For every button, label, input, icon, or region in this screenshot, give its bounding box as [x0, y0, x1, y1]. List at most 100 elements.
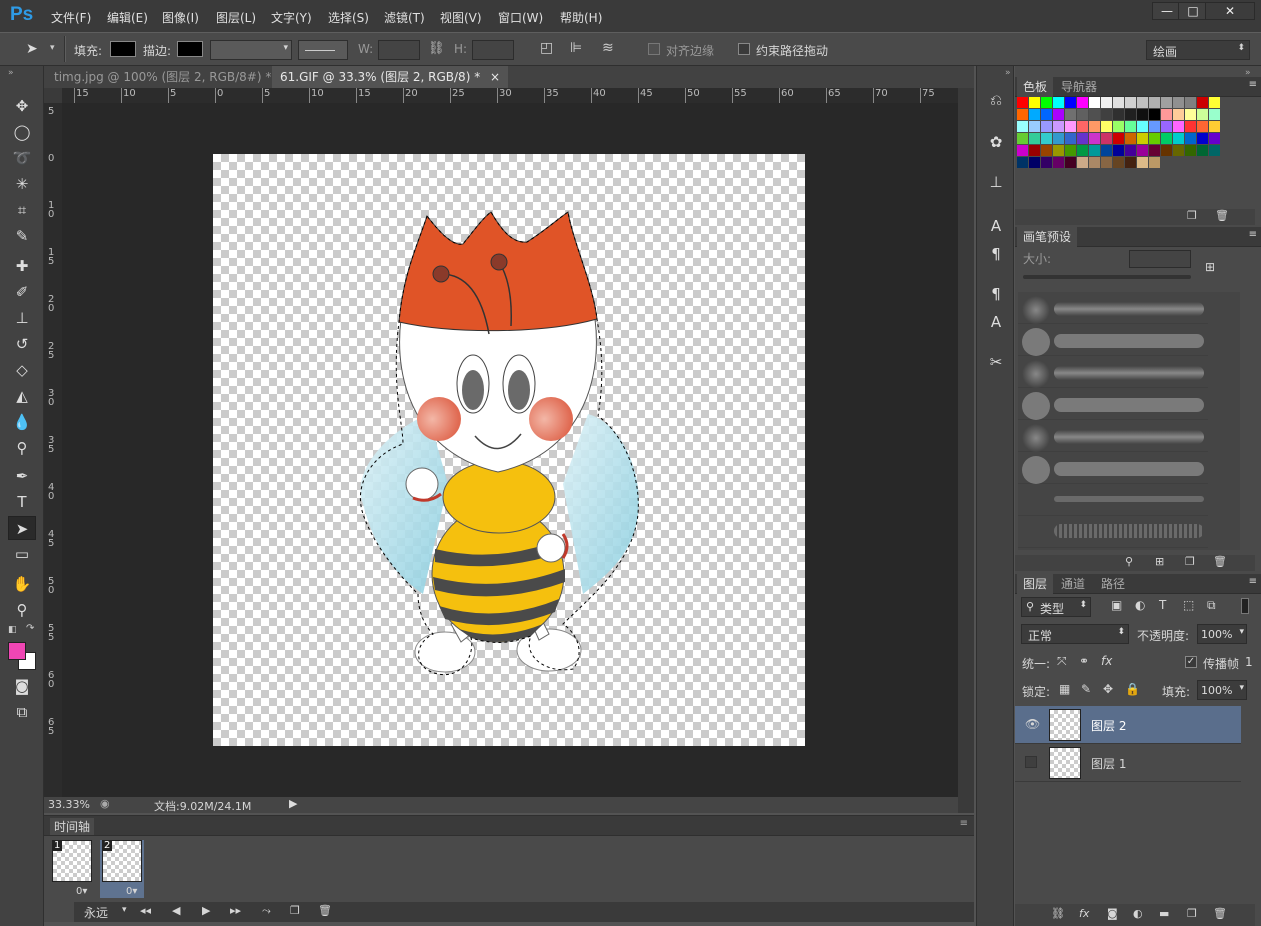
menu-type[interactable]: 文字(Y) — [271, 9, 312, 26]
expand-icon[interactable]: » — [1005, 68, 1011, 78]
brush-list[interactable] — [1018, 292, 1240, 550]
color-swatch[interactable] — [1125, 121, 1136, 132]
propagate-checkbox[interactable]: ✓ — [1185, 656, 1197, 668]
dodge-tool-icon[interactable]: ⚲ — [8, 436, 36, 460]
panel-menu-icon[interactable]: ≡ — [1249, 576, 1257, 587]
color-swatch[interactable] — [1113, 145, 1124, 156]
eraser-tool-icon[interactable]: ◇ — [8, 358, 36, 382]
fill-swatch[interactable] — [110, 41, 136, 57]
color-swatch[interactable] — [1149, 121, 1160, 132]
panel-menu-icon[interactable]: ≡ — [1249, 79, 1257, 90]
color-swatch[interactable] — [1101, 145, 1112, 156]
smart-object-filter-icon[interactable]: ⧉ — [1207, 598, 1216, 613]
color-swatch[interactable] — [1065, 145, 1076, 156]
color-swatch[interactable] — [1197, 145, 1208, 156]
color-swatch[interactable] — [1185, 133, 1196, 144]
color-swatch[interactable] — [1185, 97, 1196, 108]
first-frame-icon[interactable]: ◂◂ — [140, 904, 151, 917]
trash-icon[interactable]: 🗑 — [1215, 209, 1229, 222]
unify-position-icon[interactable]: ⤧ — [1057, 654, 1067, 669]
new-brush-preset-icon[interactable]: ❐ — [1185, 555, 1195, 568]
color-swatch[interactable] — [1197, 109, 1208, 120]
clone-source-icon[interactable]: ⊥ — [983, 170, 1009, 194]
color-swatch[interactable] — [1101, 133, 1112, 144]
color-swatch[interactable] — [1029, 145, 1040, 156]
color-swatch[interactable] — [1029, 133, 1040, 144]
vertical-ruler[interactable]: 5 0 10 15 20 25 30 35 40 45 50 55 60 65 — [44, 103, 62, 797]
close-button[interactable]: ✕ — [1205, 2, 1255, 20]
tab-swatches[interactable]: 色板 — [1017, 77, 1054, 97]
layer-filter-kind[interactable]: ⚲ 类型 ⬍ — [1021, 597, 1091, 617]
color-swatch[interactable] — [1209, 145, 1220, 156]
color-swatch[interactable] — [1017, 97, 1028, 108]
lock-transparent-icon[interactable]: ▦ — [1059, 682, 1070, 696]
horizontal-ruler[interactable]: 15 10 5 0 5 10 15 20 25 30 35 40 45 50 55 60 65 70 75 — [62, 88, 958, 103]
color-swatch[interactable] — [1137, 97, 1148, 108]
color-swatch[interactable] — [1173, 133, 1184, 144]
menu-view[interactable]: 视图(V) — [440, 9, 482, 26]
menu-edit[interactable]: 编辑(E) — [107, 9, 148, 26]
color-swatch[interactable] — [1161, 121, 1172, 132]
new-swatch-icon[interactable]: ❐ — [1187, 209, 1197, 222]
trash-icon[interactable]: 🗑 — [318, 904, 332, 917]
color-swatch[interactable] — [1197, 133, 1208, 144]
trash-icon[interactable]: 🗑 — [1213, 907, 1227, 920]
color-swatch[interactable] — [1113, 133, 1124, 144]
color-swatch[interactable] — [1137, 109, 1148, 120]
color-swatch[interactable] — [1149, 109, 1160, 120]
color-swatch[interactable] — [1089, 97, 1100, 108]
tab-navigator[interactable]: 导航器 — [1055, 77, 1103, 97]
stroke-swatch[interactable] — [177, 41, 203, 57]
color-swatch[interactable] — [1065, 133, 1076, 144]
document-canvas[interactable] — [213, 154, 805, 746]
layer-name[interactable]: 图层 2 — [1091, 717, 1126, 734]
healing-tool-icon[interactable]: ✚ — [8, 254, 36, 278]
panel-menu-icon[interactable]: ≡ — [960, 818, 968, 829]
color-swatch[interactable] — [1113, 109, 1124, 120]
lasso-tool-icon[interactable]: ➰ — [8, 146, 36, 170]
link-layers-icon[interactable]: ⛓ — [1051, 907, 1065, 920]
color-swatch[interactable] — [1125, 157, 1136, 168]
color-swatch[interactable] — [1077, 97, 1088, 108]
color-swatch[interactable] — [1173, 109, 1184, 120]
color-swatch[interactable] — [1041, 97, 1052, 108]
color-swatch[interactable] — [1053, 133, 1064, 144]
brush-grid-icon[interactable]: ⊞ — [1155, 555, 1164, 568]
color-swatch[interactable] — [1185, 121, 1196, 132]
toggle-brush-panel-icon[interactable]: ⚲ — [1125, 555, 1133, 568]
stroke-type-dropdown[interactable] — [298, 40, 348, 60]
color-swatch[interactable] — [1065, 157, 1076, 168]
color-swatch[interactable] — [1209, 121, 1220, 132]
menu-help[interactable]: 帮助(H) — [560, 9, 602, 26]
paragraph-styles-icon[interactable]: ¶ — [983, 282, 1009, 306]
play-icon[interactable]: ▶ — [202, 904, 210, 917]
blend-mode-dropdown[interactable]: 正常 ⬍ — [1021, 624, 1129, 644]
trash-icon[interactable]: 🗑 — [1213, 555, 1227, 568]
magic-wand-tool-icon[interactable]: ✳ — [8, 172, 36, 196]
color-swatch[interactable] — [1041, 145, 1052, 156]
color-swatch[interactable] — [1137, 145, 1148, 156]
color-swatch[interactable] — [1125, 145, 1136, 156]
color-swatch[interactable] — [1149, 133, 1160, 144]
color-swatch[interactable] — [1113, 121, 1124, 132]
color-swatch[interactable] — [1101, 121, 1112, 132]
brush-preset[interactable] — [1018, 516, 1208, 548]
fill-input[interactable]: 100% ▾ — [1197, 680, 1247, 700]
brush-preset[interactable] — [1018, 356, 1208, 388]
history-brush-tool-icon[interactable]: ↺ — [8, 332, 36, 356]
previous-frame-icon[interactable]: ◀ — [172, 904, 180, 917]
unify-style-icon[interactable]: fx — [1101, 654, 1112, 668]
character-styles-icon[interactable]: A — [983, 310, 1009, 334]
layer-style-icon[interactable]: fx — [1079, 907, 1089, 920]
path-operations-icon[interactable]: ◰ — [540, 40, 553, 56]
color-swatch[interactable] — [1161, 97, 1172, 108]
canvas-area[interactable] — [62, 103, 958, 797]
align-edges-checkbox[interactable] — [648, 43, 660, 55]
collapse-icon[interactable]: » — [8, 68, 14, 78]
path-select-arrow-icon[interactable]: ➤ — [26, 41, 44, 59]
constrain-path-checkbox[interactable] — [738, 43, 750, 55]
color-swatch[interactable] — [1113, 97, 1124, 108]
color-swatch[interactable] — [1029, 97, 1040, 108]
color-swatch[interactable] — [1113, 157, 1124, 168]
blur-tool-icon[interactable]: 💧 — [8, 410, 36, 434]
